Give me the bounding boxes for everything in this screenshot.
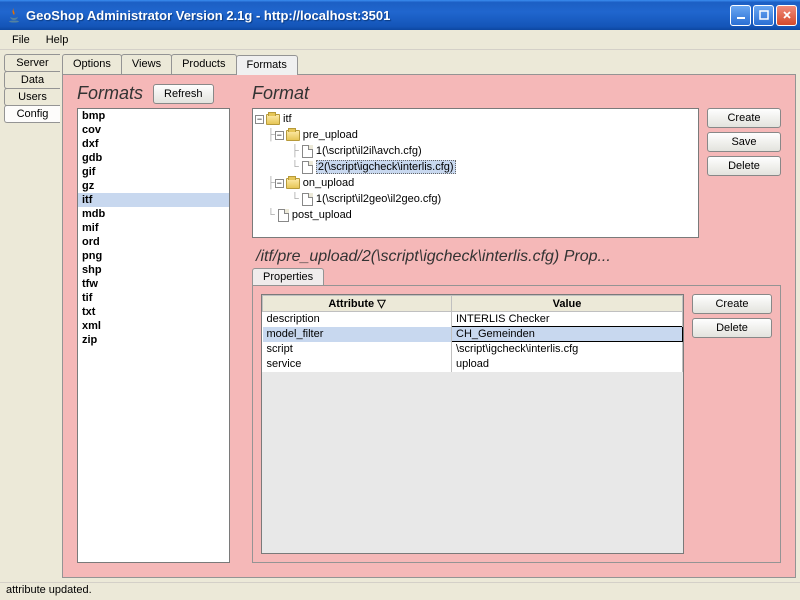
format-item-dxf[interactable]: dxf xyxy=(78,137,229,151)
prop-attr[interactable]: model_filter xyxy=(263,327,452,342)
properties-title: /itf/pre_upload/2(\script\igcheck\interl… xyxy=(246,242,787,268)
format-item-mdb[interactable]: mdb xyxy=(78,207,229,221)
menubar: File Help xyxy=(0,30,800,50)
formats-list[interactable]: bmpcovdxfgdbgifgzitfmdbmifordpngshptfwti… xyxy=(77,108,230,563)
format-title: Format xyxy=(252,83,309,104)
tree-pre-upload[interactable]: pre_upload xyxy=(303,129,358,141)
folder-open-icon xyxy=(266,114,280,125)
tree-on-upload[interactable]: on_upload xyxy=(303,177,354,189)
format-item-tif[interactable]: tif xyxy=(78,291,229,305)
format-item-gz[interactable]: gz xyxy=(78,179,229,193)
file-icon xyxy=(302,193,313,206)
format-item-gdb[interactable]: gdb xyxy=(78,151,229,165)
folder-open-icon xyxy=(286,130,300,141)
main-tab-strip: Options Views Products Formats xyxy=(62,54,796,74)
expander-icon[interactable]: − xyxy=(255,115,264,124)
file-icon xyxy=(278,209,289,222)
titlebar: GeoShop Administrator Version 2.1g - htt… xyxy=(0,0,800,30)
status-bar: attribute updated. xyxy=(0,582,800,600)
menu-file[interactable]: File xyxy=(4,32,38,48)
formats-panel: Formats Refresh bmpcovdxfgdbgifgzitfmdbm… xyxy=(71,83,236,569)
format-item-xml[interactable]: xml xyxy=(78,319,229,333)
format-item-ord[interactable]: ord xyxy=(78,235,229,249)
formats-title: Formats xyxy=(77,83,143,104)
close-button[interactable] xyxy=(776,5,797,26)
format-item-zip[interactable]: zip xyxy=(78,333,229,347)
tab-views[interactable]: Views xyxy=(121,54,172,74)
format-panel: Format −itf ├−pre_upload ├ 1(\script\il2… xyxy=(246,83,787,569)
format-item-bmp[interactable]: bmp xyxy=(78,109,229,123)
file-icon xyxy=(302,145,313,158)
tab-products[interactable]: Products xyxy=(171,54,236,74)
prop-val[interactable]: \script\igcheck\interlis.cfg xyxy=(452,342,683,357)
tree-create-button[interactable]: Create xyxy=(707,108,781,128)
prop-attr[interactable]: script xyxy=(263,342,452,357)
format-item-shp[interactable]: shp xyxy=(78,263,229,277)
left-tab-data[interactable]: Data xyxy=(4,71,60,89)
table-row[interactable]: descriptionINTERLIS Checker xyxy=(263,312,683,327)
left-tab-users[interactable]: Users xyxy=(4,88,60,106)
tree-root[interactable]: itf xyxy=(283,113,292,125)
menu-help[interactable]: Help xyxy=(38,32,77,48)
prop-attr[interactable]: description xyxy=(263,312,452,327)
tree-save-button[interactable]: Save xyxy=(707,132,781,152)
format-item-gif[interactable]: gif xyxy=(78,165,229,179)
props-create-button[interactable]: Create xyxy=(692,294,772,314)
minimize-button[interactable] xyxy=(730,5,751,26)
folder-open-icon xyxy=(286,178,300,189)
format-tree[interactable]: −itf ├−pre_upload ├ 1(\script\il2il\avch… xyxy=(252,108,699,238)
expander-icon[interactable]: − xyxy=(275,179,284,188)
props-delete-button[interactable]: Delete xyxy=(692,318,772,338)
file-icon xyxy=(302,161,313,174)
refresh-button[interactable]: Refresh xyxy=(153,84,214,104)
window-title: GeoShop Administrator Version 2.1g - htt… xyxy=(26,8,730,23)
left-tab-config[interactable]: Config xyxy=(4,105,60,123)
tab-options[interactable]: Options xyxy=(62,54,122,74)
properties-table[interactable]: Attribute ▽ Value descriptionINTERLIS Ch… xyxy=(261,294,684,554)
format-item-mif[interactable]: mif xyxy=(78,221,229,235)
table-row[interactable]: model_filterCH_Gemeinden xyxy=(263,327,683,342)
col-attribute[interactable]: Attribute xyxy=(328,298,374,310)
left-tab-server[interactable]: Server xyxy=(4,54,60,72)
format-item-png[interactable]: png xyxy=(78,249,229,263)
prop-attr[interactable]: service xyxy=(263,357,452,372)
tab-formats[interactable]: Formats xyxy=(236,55,298,75)
table-row[interactable]: serviceupload xyxy=(263,357,683,372)
status-text: attribute updated. xyxy=(6,584,92,596)
tree-post-upload[interactable]: post_upload xyxy=(292,209,352,221)
tree-pre1[interactable]: 1(\script\il2il\avch.cfg) xyxy=(316,145,422,157)
java-icon xyxy=(6,7,22,23)
expander-icon[interactable]: − xyxy=(275,131,284,140)
sort-desc-icon: ▽ xyxy=(377,298,385,310)
col-value[interactable]: Value xyxy=(452,296,683,312)
maximize-button[interactable] xyxy=(753,5,774,26)
left-tab-strip: Server Data Users Config xyxy=(2,52,62,580)
tree-delete-button[interactable]: Delete xyxy=(707,156,781,176)
tree-pre2[interactable]: 2(\script\igcheck\interlis.cfg) xyxy=(316,160,456,174)
format-item-tfw[interactable]: tfw xyxy=(78,277,229,291)
tree-on1[interactable]: 1(\script\il2geo\il2geo.cfg) xyxy=(316,193,441,205)
prop-val[interactable]: INTERLIS Checker xyxy=(452,312,683,327)
prop-val[interactable]: upload xyxy=(452,357,683,372)
prop-val[interactable]: CH_Gemeinden xyxy=(452,327,683,342)
format-item-cov[interactable]: cov xyxy=(78,123,229,137)
table-row[interactable]: script\script\igcheck\interlis.cfg xyxy=(263,342,683,357)
format-item-itf[interactable]: itf xyxy=(78,193,229,207)
properties-tab[interactable]: Properties xyxy=(252,268,324,285)
format-item-txt[interactable]: txt xyxy=(78,305,229,319)
